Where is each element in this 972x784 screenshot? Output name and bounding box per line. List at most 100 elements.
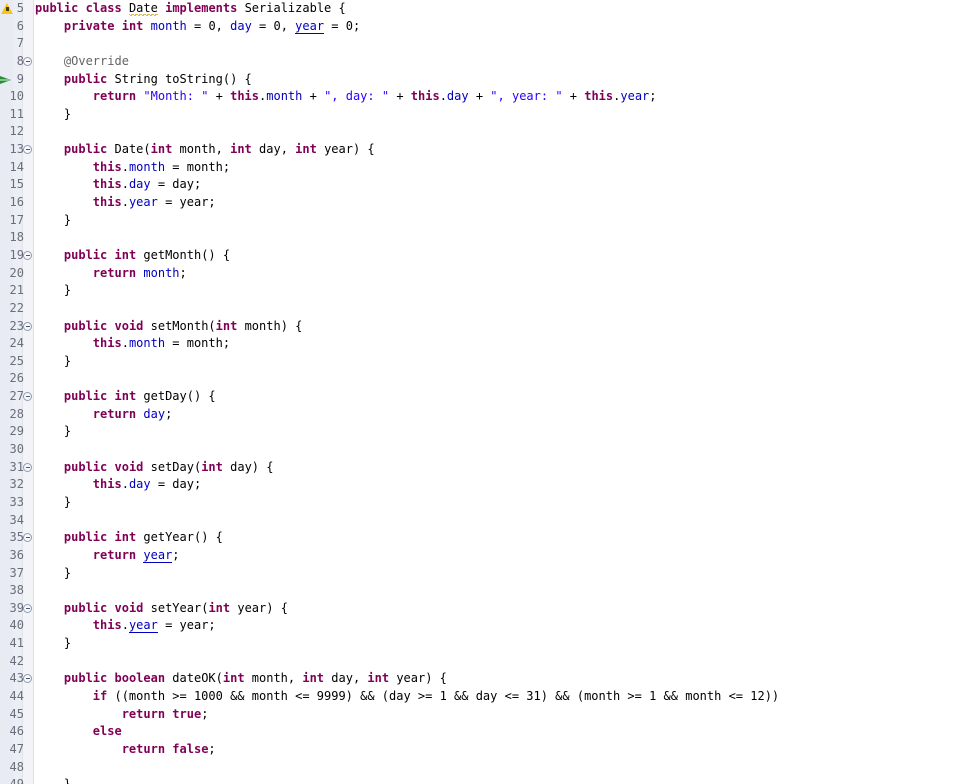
line-number: 18: [9, 230, 24, 245]
fold-collapse-icon[interactable]: [23, 56, 32, 66]
code-editor[interactable]: 5 6 7 8 9 10 11 12 13 14 15 16 17 18 19 20 21 22 23 24 25 26 2…: [0, 0, 972, 784]
code-line[interactable]: this.day = day;: [35, 476, 972, 494]
code-token: day) {: [222, 459, 274, 474]
code-line[interactable]: this.month = month;: [35, 335, 972, 353]
code-token: this: [92, 477, 122, 492]
code-line[interactable]: return year;: [35, 547, 972, 565]
code-line[interactable]: public void setYear(int year) {: [35, 600, 972, 618]
code-line[interactable]: public int getYear() {: [35, 529, 972, 547]
code-token: int: [367, 671, 390, 686]
code-token: = 0,: [186, 18, 231, 33]
code-line[interactable]: this.year = year;: [35, 617, 972, 635]
code-line[interactable]: return false;: [35, 741, 972, 759]
code-line[interactable]: return month;: [35, 265, 972, 283]
code-line[interactable]: }: [35, 106, 972, 124]
code-line[interactable]: else: [35, 723, 972, 741]
code-line[interactable]: public int getDay() {: [35, 388, 972, 406]
code-line[interactable]: public Date(int month, int day, int year…: [35, 141, 972, 159]
code-line[interactable]: }: [35, 423, 972, 441]
code-token: this: [410, 89, 440, 104]
code-token: public: [63, 142, 108, 157]
code-line[interactable]: public void setDay(int day) {: [35, 459, 972, 477]
code-token: dateOK(: [165, 671, 223, 686]
code-line[interactable]: }: [35, 212, 972, 230]
code-token: int: [150, 142, 173, 157]
code-token: int: [114, 247, 137, 262]
code-token: day: [128, 477, 151, 492]
code-line[interactable]: @Override: [35, 53, 972, 71]
line-number: 20: [9, 265, 24, 280]
line-number: 27: [9, 389, 24, 404]
code-line[interactable]: [35, 441, 972, 459]
line-number: 32: [9, 477, 24, 492]
fold-collapse-icon[interactable]: [23, 145, 32, 155]
code-line[interactable]: }: [35, 353, 972, 371]
code-line[interactable]: }: [35, 776, 972, 784]
code-line[interactable]: [35, 512, 972, 530]
code-token: int: [295, 142, 317, 157]
code-line[interactable]: return true;: [35, 706, 972, 724]
code-line[interactable]: return "Month: " + this. month + ", day: …: [35, 88, 972, 106]
code-line[interactable]: this.day = day;: [35, 176, 972, 194]
code-line[interactable]: [35, 582, 972, 600]
code-token: .: [439, 89, 447, 104]
code-line[interactable]: }: [35, 635, 972, 653]
code-token: month) {: [237, 318, 303, 333]
fold-collapse-icon[interactable]: [23, 321, 32, 331]
code-line[interactable]: [35, 35, 972, 53]
code-token: ;: [649, 89, 657, 104]
fold-collapse-icon[interactable]: [23, 250, 32, 260]
gutter-row: 48: [0, 759, 33, 777]
code-line[interactable]: public boolean dateOK(int month, int day…: [35, 670, 972, 688]
code-line[interactable]: private int month = 0, day = 0, year = 0…: [35, 18, 972, 36]
code-line[interactable]: public String toString() {: [35, 71, 972, 89]
code-line[interactable]: }: [35, 494, 972, 512]
code-token: public: [63, 600, 108, 615]
gutter-row: 13: [0, 141, 33, 159]
line-number: 28: [9, 406, 24, 421]
code-line[interactable]: [35, 759, 972, 777]
line-number: 26: [9, 371, 24, 386]
code-token: +: [389, 89, 411, 104]
code-line[interactable]: [35, 300, 972, 318]
code-line[interactable]: [35, 229, 972, 247]
code-line[interactable]: this.year = year;: [35, 194, 972, 212]
line-number: 33: [9, 494, 24, 509]
code-token: else: [92, 724, 122, 739]
code-token: this: [92, 177, 122, 192]
editor-gutter[interactable]: 5 6 7 8 9 10 11 12 13 14 15 16 17 18 19 20 21 22 23 24 25 26 2…: [0, 0, 34, 784]
fold-collapse-icon[interactable]: [23, 392, 32, 402]
code-line[interactable]: this.month = month;: [35, 159, 972, 177]
fold-collapse-icon[interactable]: [23, 674, 32, 684]
code-line[interactable]: [35, 653, 972, 671]
code-text-area[interactable]: public class Date implements Serializabl…: [34, 0, 972, 784]
gutter-row: 40: [0, 617, 33, 635]
fold-collapse-icon[interactable]: [23, 533, 32, 543]
code-line[interactable]: return day;: [35, 406, 972, 424]
code-token: return: [92, 406, 137, 421]
fold-collapse-icon[interactable]: [23, 603, 32, 613]
gutter-row: 38: [0, 582, 33, 600]
line-number: 45: [9, 706, 24, 721]
code-line[interactable]: public void setMonth(int month) {: [35, 318, 972, 336]
code-token: return: [92, 89, 137, 104]
code-line[interactable]: [35, 370, 972, 388]
code-line[interactable]: [35, 123, 972, 141]
gutter-row: 5: [0, 0, 33, 18]
gutter-row: 9: [0, 71, 33, 89]
gutter-row: 14: [0, 159, 33, 177]
code-line[interactable]: public int getMonth() {: [35, 247, 972, 265]
code-line[interactable]: }: [35, 282, 972, 300]
code-token: int: [121, 18, 144, 33]
code-token: ", day: ": [324, 89, 390, 104]
code-line[interactable]: if ((month >= 1000 && month <= 9999) && …: [35, 688, 972, 706]
code-line[interactable]: public class Date implements Serializabl…: [35, 0, 972, 18]
fold-collapse-icon[interactable]: [23, 462, 32, 472]
code-line[interactable]: }: [35, 565, 972, 583]
